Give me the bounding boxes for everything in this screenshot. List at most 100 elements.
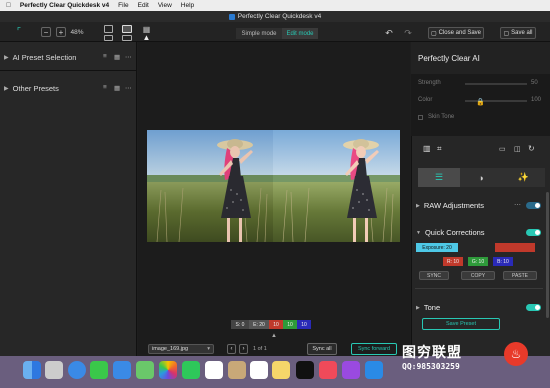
red-correction-badge[interactable]	[495, 243, 535, 252]
dropdown-icon: ▾	[207, 346, 210, 352]
red-value-badge[interactable]: R: 10	[443, 257, 463, 266]
tab-effects[interactable]: ✨	[502, 168, 545, 187]
tone-header[interactable]: ▶ Tone	[416, 303, 440, 312]
raw-adjustments-header[interactable]: ▶ RAW Adjustments	[416, 201, 484, 210]
filename-label: image_169.jpg	[152, 346, 189, 352]
more-icon[interactable]: ⋯	[514, 201, 521, 209]
undo-icon[interactable]: ↶	[384, 28, 394, 38]
save-all-button[interactable]: ▢ Save all	[500, 27, 536, 39]
strength-slider[interactable]	[465, 83, 527, 85]
color-value: 100	[531, 97, 542, 103]
reminders-icon[interactable]	[250, 361, 268, 379]
watermark-logo: 图穷联盟 QQ:985303259 ♨	[396, 340, 536, 378]
crop-mode-icon[interactable]: ⌜	[14, 26, 24, 36]
messages-icon[interactable]	[90, 361, 108, 379]
app-logo-icon	[228, 13, 235, 20]
menu-help[interactable]: Help	[181, 2, 194, 9]
sync-all-button[interactable]: Sync all	[307, 343, 337, 355]
appletv-icon[interactable]	[296, 361, 314, 379]
next-image-button[interactable]: ›	[239, 344, 248, 354]
close-and-save-button[interactable]: ▢ Close and Save	[428, 27, 484, 39]
strength-value: 50	[531, 80, 538, 86]
quick-corrections-toggle[interactable]	[526, 229, 541, 236]
quick-corrections-header[interactable]: ▼ Quick Corrections	[416, 228, 485, 237]
lock-icon: 🔒	[476, 99, 485, 106]
menu-edit[interactable]: Edit	[138, 2, 149, 9]
other-presets-section[interactable]: ▶ Other Presets	[4, 84, 59, 93]
mail-icon[interactable]	[113, 361, 131, 379]
chevron-right-icon: ▶	[416, 202, 420, 209]
notes-icon[interactable]	[272, 361, 290, 379]
side-by-side-icon[interactable]	[122, 25, 132, 33]
tab-adjust[interactable]: ☰	[418, 168, 460, 187]
grid-view-icon[interactable]: ▦	[142, 25, 151, 34]
skin-tone-checkbox[interactable]	[418, 115, 423, 120]
more-icon[interactable]: ⋯	[125, 53, 132, 61]
appstore-icon[interactable]	[365, 361, 383, 379]
simple-mode-button[interactable]: Simple mode	[236, 28, 282, 39]
grid-icon[interactable]: ▦	[114, 84, 120, 92]
color-slider[interactable]	[465, 100, 527, 102]
split-vertical-icon[interactable]	[104, 35, 113, 41]
tone-label: Tone	[423, 303, 441, 312]
single-view-icon[interactable]	[104, 25, 113, 33]
triangle-warning-icon[interactable]: ▲	[142, 33, 151, 42]
photos-icon[interactable]	[159, 361, 177, 379]
copy-button[interactable]: COPY	[461, 271, 495, 280]
prev-image-button[interactable]: ‹	[227, 344, 236, 354]
corrected-photo[interactable]	[273, 130, 400, 242]
filename-select[interactable]: image_169.jpg ▾	[148, 344, 214, 354]
ai-preset-section[interactable]: ▶ AI Preset Selection	[4, 53, 76, 62]
contacts-icon[interactable]	[228, 361, 246, 379]
green-value-badge[interactable]: G: 10	[468, 257, 488, 266]
compare-icon[interactable]	[122, 35, 132, 41]
panel-title: Perfectly Clear AI	[418, 54, 480, 63]
chevron-right-icon: ▶	[416, 304, 420, 311]
menu-app-name[interactable]: Perfectly Clear Quickdesk v4	[20, 2, 109, 9]
save-all-icon: ▢	[503, 30, 510, 37]
original-photo[interactable]	[147, 130, 273, 242]
chevron-right-icon: ▶	[4, 86, 9, 92]
sync-forward-button[interactable]: Sync forward	[351, 343, 397, 355]
list-view-icon[interactable]: ≡	[103, 53, 107, 60]
list-view-icon[interactable]: ≡	[103, 84, 107, 91]
safari-icon[interactable]	[68, 361, 86, 379]
more-icon[interactable]: ⋯	[125, 84, 132, 92]
blue-value-badge[interactable]: B: 10	[493, 257, 513, 266]
launchpad-icon[interactable]	[45, 361, 63, 379]
crop-icon[interactable]: ⌗	[437, 144, 442, 154]
save-preset-button[interactable]: Save Preset	[422, 318, 500, 330]
chevron-right-icon: ▶	[4, 55, 9, 61]
zoom-out-button[interactable]: −	[41, 27, 51, 37]
quick-corrections-label: Quick Corrections	[424, 228, 485, 237]
scrollbar[interactable]	[546, 192, 549, 318]
filmstrip-toggle-icon[interactable]: ▲	[271, 333, 277, 339]
grid-icon[interactable]: ▦	[114, 53, 120, 61]
menu-file[interactable]: File	[118, 2, 128, 9]
edit-mode-button[interactable]: Edit mode	[282, 28, 318, 39]
skin-tone-label: Skin Tone	[428, 114, 455, 120]
split-icon[interactable]: ◫	[514, 145, 521, 153]
paste-button[interactable]: PASTE	[503, 271, 537, 280]
chip-g: 10	[283, 320, 297, 329]
exposure-badge[interactable]: Exposure: 20	[416, 243, 458, 252]
reset-icon[interactable]: ↻	[528, 144, 535, 153]
page-counter: 1 of 1	[253, 346, 267, 352]
podcasts-icon[interactable]	[342, 361, 360, 379]
layer-icon[interactable]: ▭	[499, 145, 506, 153]
menu-view[interactable]: View	[158, 2, 172, 9]
tab-lut[interactable]: ◑	[460, 168, 502, 187]
calendar-icon[interactable]	[205, 361, 223, 379]
zoom-in-button[interactable]: +	[56, 27, 66, 37]
apple-icon[interactable]: 	[6, 2, 11, 9]
music-icon[interactable]	[319, 361, 337, 379]
finder-icon[interactable]	[23, 361, 41, 379]
raw-toggle[interactable]	[526, 202, 541, 209]
redo-icon[interactable]: ↷	[403, 28, 413, 38]
maps-icon[interactable]	[136, 361, 154, 379]
facetime-icon[interactable]	[182, 361, 200, 379]
sync-button[interactable]: SYNC	[419, 271, 449, 280]
tone-toggle[interactable]	[526, 304, 541, 311]
side-panel-icon[interactable]: ▥	[423, 144, 431, 153]
window-title-bar: Perfectly Clear Quickdesk v4	[0, 11, 550, 22]
